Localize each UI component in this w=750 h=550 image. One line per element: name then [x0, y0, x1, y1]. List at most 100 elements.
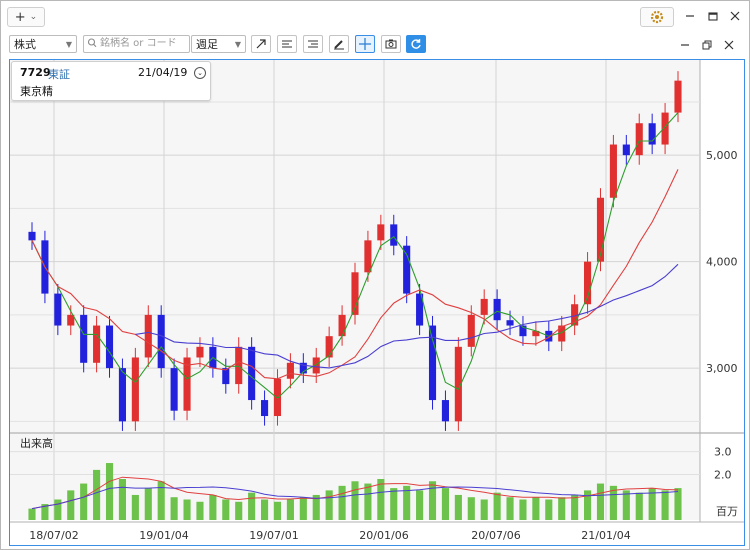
x-tick-label: 19/01/04 — [139, 529, 188, 542]
volume-bar — [364, 483, 372, 520]
volume-bar — [299, 497, 307, 520]
candle-body — [286, 362, 294, 379]
refresh-icon — [411, 39, 421, 49]
candle-body — [144, 314, 152, 358]
chevron-down-icon[interactable]: ⌄ — [194, 67, 206, 79]
volume-bar — [571, 494, 579, 520]
search-icon — [87, 38, 97, 48]
y-tick-label: 4,000 — [706, 256, 738, 269]
minimize-button[interactable] — [681, 7, 699, 25]
align-right-tool-button[interactable] — [303, 35, 323, 53]
candle-body — [609, 144, 617, 198]
volume-bar — [170, 497, 178, 520]
volume-bar — [222, 499, 230, 520]
candlestick — [183, 347, 191, 421]
candle-body — [661, 112, 669, 145]
pencil-icon — [334, 40, 344, 50]
chart-pane[interactable]: 5,000 4,000 3,000 18/07/02 19/01/04 19/07/01 2… — [9, 59, 745, 546]
candlestick — [131, 347, 139, 431]
text-lines-icon — [308, 40, 318, 48]
volume-bar — [105, 463, 114, 520]
candle-body — [622, 144, 630, 156]
pane-minimize-button[interactable] — [677, 37, 693, 53]
volume-bar — [273, 501, 282, 520]
candle-body — [118, 368, 126, 422]
x-tick-label: 21/01/04 — [581, 529, 630, 542]
x-tick-label: 19/07/01 — [249, 529, 298, 542]
candle-body — [325, 336, 333, 358]
close-icon — [730, 11, 740, 21]
trendline-tool-button[interactable] — [251, 35, 271, 53]
refresh-button[interactable] — [406, 35, 426, 53]
candle-body — [222, 368, 230, 385]
candle-body — [54, 293, 62, 326]
volume-bar — [532, 497, 540, 520]
candle-body — [403, 245, 411, 294]
period-select[interactable]: 週足 ▼ — [191, 35, 246, 53]
candle-body — [441, 400, 449, 422]
security-type-value: 株式 — [14, 38, 36, 51]
candlestick — [80, 305, 88, 373]
candle-body — [157, 314, 165, 369]
candlestick — [403, 236, 411, 304]
candle-body — [261, 400, 269, 417]
candle-body — [506, 320, 514, 326]
symbol-code: 7729 — [20, 66, 51, 79]
volume-bar — [248, 492, 256, 520]
volume-bar — [622, 490, 630, 520]
volume-bar — [596, 483, 605, 520]
gear-icon — [650, 10, 664, 24]
volume-bar — [325, 490, 333, 520]
draw-tool-button[interactable] — [329, 35, 349, 53]
volume-bar — [493, 492, 501, 520]
maximize-button[interactable] — [704, 7, 722, 25]
candle-body — [248, 346, 256, 401]
search-input[interactable]: 銘柄名 or コード — [83, 35, 190, 53]
add-tab-button[interactable]: + ⌄ — [7, 7, 45, 27]
candlestick — [157, 305, 165, 378]
symbol-date: 21/04/19 — [138, 66, 188, 79]
symbol-market: 東証 — [48, 68, 70, 81]
close-button[interactable] — [726, 7, 744, 25]
volume-bar — [558, 497, 566, 520]
volume-bar — [54, 499, 62, 520]
chevron-down-icon: ▼ — [234, 40, 241, 49]
chevron-down-icon: ⌄ — [29, 12, 38, 22]
candle-body — [131, 357, 139, 422]
candlestick — [596, 188, 605, 272]
settings-button[interactable] — [640, 7, 674, 27]
volume-bar — [506, 497, 514, 520]
text-lines-icon — [282, 40, 292, 48]
candle-body — [170, 368, 178, 411]
chart-toolbar: 株式 ▼ 銘柄名 or コード 週足 ▼ — [9, 35, 743, 57]
pane-restore-button[interactable] — [699, 37, 715, 53]
screenshot-button[interactable] — [381, 35, 401, 53]
volume-bar — [480, 499, 488, 520]
plus-icon: + — [14, 9, 26, 25]
volume-bar — [674, 488, 682, 520]
crosshair-icon — [359, 38, 371, 50]
volume-bar — [351, 481, 359, 520]
candle-body — [635, 123, 643, 156]
crosshair-tool-button[interactable] — [355, 35, 375, 53]
candle-body — [80, 314, 88, 363]
price-chart[interactable]: 5,000 4,000 3,000 18/07/02 19/01/04 19/07/01 2… — [10, 60, 744, 545]
volume-bar — [196, 501, 204, 520]
candle-body — [93, 325, 101, 363]
chevron-down-icon: ▼ — [65, 40, 72, 49]
pane-close-button[interactable] — [721, 37, 737, 53]
volume-y-tick-label: 3.0 — [714, 446, 732, 459]
align-left-tool-button[interactable] — [277, 35, 297, 53]
restore-icon — [708, 12, 718, 21]
app-window: + ⌄ 株式 ▼ 銘柄名 or コード 週足 ▼ 5,000 4,000 3,0… — [0, 0, 750, 550]
security-type-select[interactable]: 株式 ▼ — [9, 35, 77, 53]
candle-body — [235, 346, 243, 385]
candle-body — [196, 346, 204, 358]
y-tick-label: 3,000 — [706, 362, 738, 375]
arrow-up-right-icon — [256, 39, 266, 49]
candle-body — [480, 298, 488, 315]
y-tick-label: 5,000 — [706, 149, 738, 162]
volume-bar — [377, 479, 385, 520]
volume-bar — [584, 490, 592, 520]
candle-body — [364, 240, 372, 273]
